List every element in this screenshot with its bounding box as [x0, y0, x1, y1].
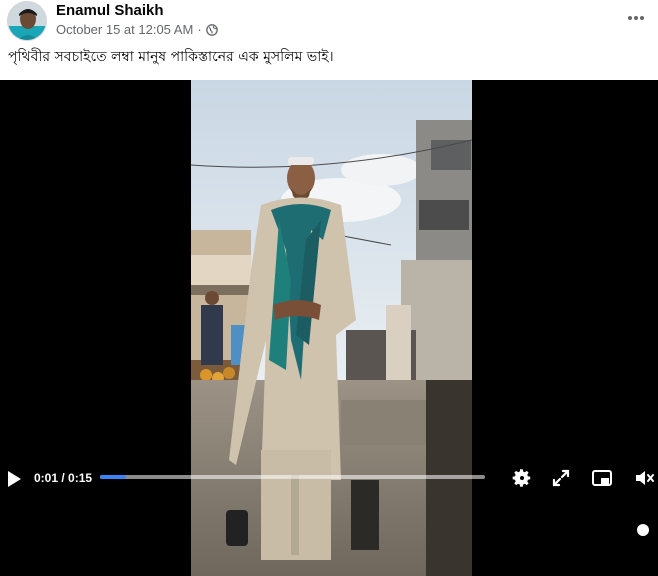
avatar[interactable]	[7, 1, 47, 41]
duration: 0:15	[68, 471, 93, 485]
play-icon[interactable]	[6, 470, 22, 488]
gear-icon[interactable]	[511, 467, 533, 489]
more-dots-icon[interactable]	[622, 4, 650, 32]
post-timestamp[interactable]: October 15 at 12:05 AM	[56, 22, 193, 38]
post-meta: October 15 at 12:05 AM ·	[56, 22, 218, 38]
time-display: 0:01 / 0:15	[34, 471, 92, 485]
meta-separator: ·	[197, 22, 202, 37]
globe-icon[interactable]	[205, 24, 218, 36]
progress-fill	[100, 475, 126, 479]
fullscreen-icon[interactable]	[550, 467, 572, 489]
progress-bar[interactable]	[100, 475, 485, 479]
picture-in-picture-icon[interactable]	[591, 467, 613, 489]
current-time: 0:01	[34, 471, 59, 485]
author-name[interactable]: Enamul Shaikh	[56, 2, 164, 20]
time-separator: /	[58, 471, 69, 485]
post-header: Enamul Shaikh October 15 at 12:05 AM ·	[0, 0, 658, 42]
video-frame-image	[191, 80, 472, 576]
post-caption: পৃথিবীর সবচাইতে লম্বা মানুষ পাকিস্তানের …	[8, 49, 334, 65]
volume-knob[interactable]	[637, 524, 649, 536]
video-player[interactable]	[0, 80, 658, 576]
volume-icon[interactable]	[633, 467, 655, 489]
